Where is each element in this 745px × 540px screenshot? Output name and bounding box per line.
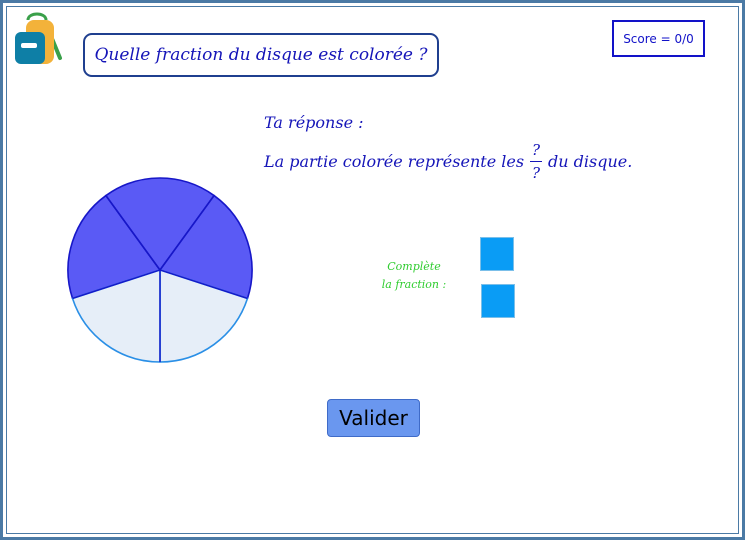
answer-sentence-start: La partie colorée représente les bbox=[264, 151, 525, 171]
answer-fraction: ? ? bbox=[530, 140, 543, 182]
fraction-numerator: ? bbox=[532, 140, 541, 159]
score-box: Score = 0/0 bbox=[612, 20, 705, 57]
answer-title: Ta réponse : bbox=[264, 113, 364, 132]
fraction-bar bbox=[530, 160, 543, 162]
complete-label-line2: la fraction : bbox=[381, 278, 447, 291]
numerator-input[interactable] bbox=[480, 237, 514, 271]
fraction-denominator: ? bbox=[532, 163, 541, 182]
answer-sentence-end: du disque. bbox=[548, 151, 633, 171]
fraction-disk bbox=[67, 177, 253, 363]
denominator-input[interactable] bbox=[481, 284, 515, 318]
complete-fraction-label: Complète la fraction : bbox=[364, 258, 464, 294]
validate-button[interactable]: Valider bbox=[327, 399, 420, 437]
backpack-icon bbox=[15, 12, 62, 64]
answer-sentence: La partie colorée représente les ? ? du … bbox=[264, 138, 632, 184]
complete-label-line1: Complète bbox=[387, 260, 441, 273]
question-text: Quelle fraction du disque est colorée ? bbox=[94, 45, 428, 65]
question-box: Quelle fraction du disque est colorée ? bbox=[83, 33, 439, 77]
score-text: Score = 0/0 bbox=[623, 31, 694, 46]
